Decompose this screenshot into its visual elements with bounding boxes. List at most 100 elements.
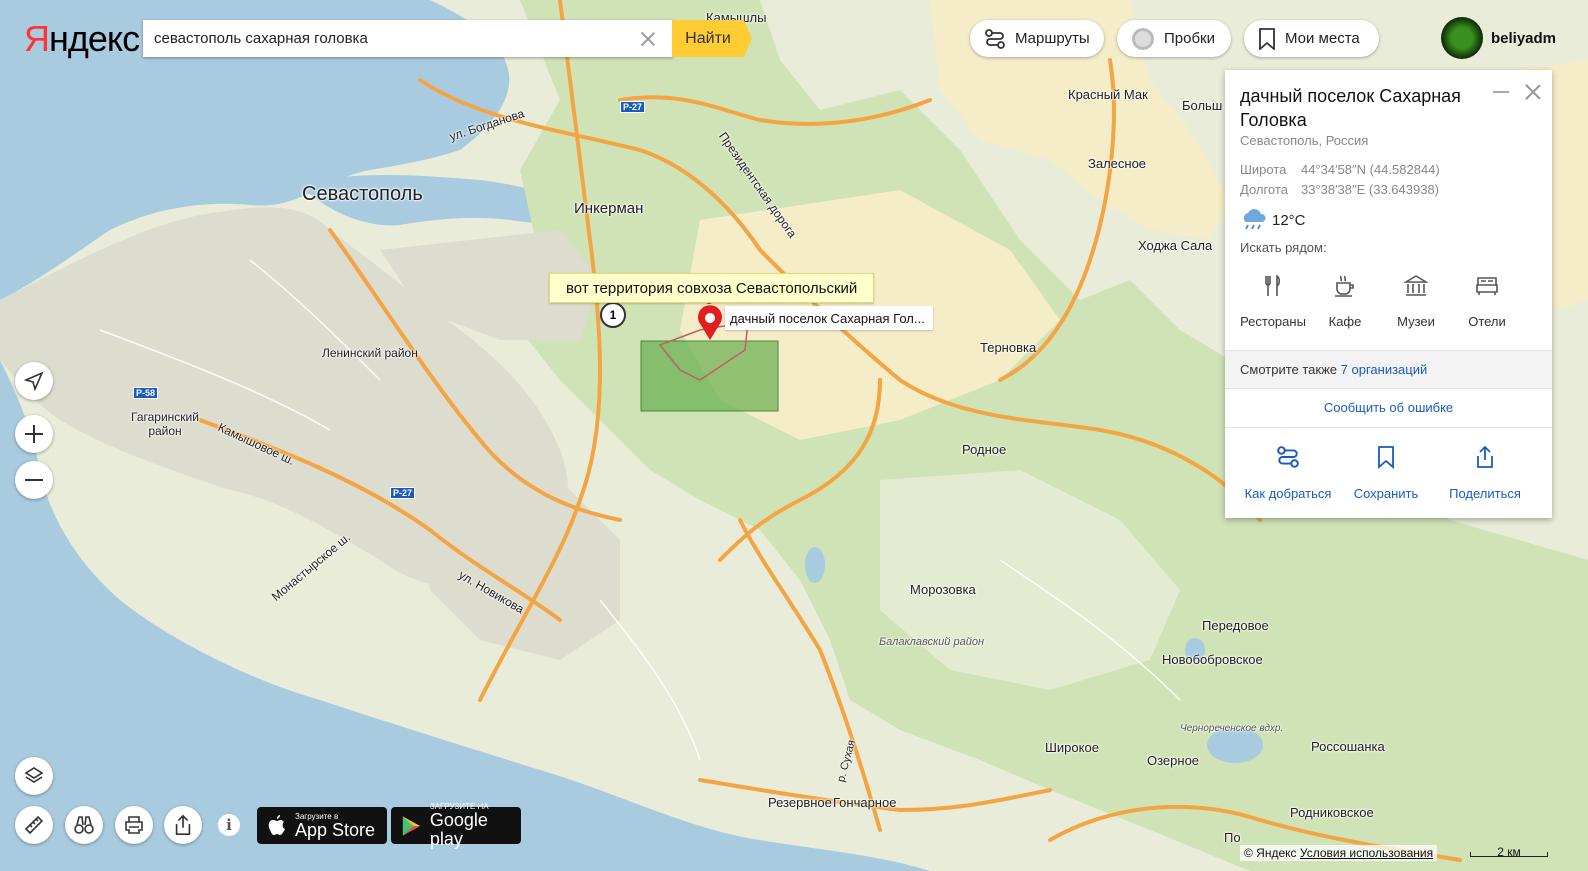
layers-button[interactable]	[15, 757, 53, 795]
plus-icon	[24, 424, 44, 444]
map-label-bolsh: Больш	[1182, 98, 1222, 113]
my-places-button[interactable]: Мои места	[1244, 20, 1379, 57]
bookmark-icon	[1377, 445, 1395, 469]
panorama-button[interactable]	[65, 806, 103, 844]
route-icon	[984, 28, 1006, 50]
nearby-museums-button[interactable]: Музеи	[1376, 270, 1456, 329]
nearby-restaurants-button[interactable]: Рестораны	[1233, 270, 1313, 329]
routes-label: Маршруты	[1015, 30, 1090, 47]
logo-text-rest: ндекс	[49, 18, 139, 59]
report-error-link[interactable]: Сообщить об ошибке	[1225, 400, 1552, 415]
share-label: Поделиться	[1449, 486, 1521, 501]
map-label-khodzha-sala: Ходжа Сала	[1138, 238, 1212, 253]
map-label-morozovka: Морозовка	[910, 582, 976, 597]
minimize-icon[interactable]	[1493, 91, 1509, 93]
latitude-value: 44°34′58″N (44.582844)	[1301, 162, 1440, 177]
username[interactable]: beliyadm	[1491, 30, 1556, 47]
binoculars-icon	[73, 814, 95, 836]
share-map-button[interactable]	[164, 806, 202, 844]
latitude-label: Широта	[1240, 162, 1301, 177]
cluster-marker[interactable]: 1	[600, 302, 626, 328]
route-icon	[1276, 445, 1300, 469]
pin-label[interactable]: дачный поселок Сахарная Гол...	[725, 306, 933, 330]
yandex-logo[interactable]: Яндекс	[24, 18, 139, 60]
see-also-prefix: Смотрите также	[1240, 362, 1337, 377]
apple-icon	[267, 814, 287, 838]
save-button[interactable]: Сохранить	[1336, 442, 1436, 501]
map-label-chernorechenskoe: Чернореченское вдхр.	[1180, 723, 1283, 734]
google-play-badge[interactable]: ЗАГРУЗИТЕ НА Google play	[391, 807, 521, 844]
weather: 12°C	[1240, 208, 1306, 232]
clear-icon[interactable]	[635, 26, 661, 52]
map-label-peredovoe: Передовое	[1202, 618, 1269, 633]
search-input-value[interactable]: севастополь сахарная головка	[143, 30, 635, 47]
navigation-arrow-icon	[24, 371, 44, 391]
map-label-shirokoe: Широкое	[1045, 740, 1099, 755]
map-label-ternovka: Терновка	[980, 340, 1036, 355]
ruler-button[interactable]	[15, 806, 53, 844]
fork-knife-icon	[1263, 275, 1283, 297]
map-label-rossoshanka: Россошанка	[1311, 739, 1385, 754]
place-title: дачный поселок Сахарная Головка	[1240, 84, 1490, 132]
google-play-text: Google play	[430, 811, 521, 849]
map-label-zalesnoe: Залесное	[1088, 156, 1146, 171]
rain-cloud-icon	[1240, 208, 1268, 232]
nearby-cafe-button[interactable]: Кафе	[1305, 270, 1385, 329]
see-also-organizations-link[interactable]: 7 организаций	[1341, 362, 1428, 377]
ruler-icon	[23, 814, 45, 836]
road-sign-r27: Р-27	[390, 487, 415, 499]
map-label-sevastopol: Севастополь	[302, 183, 423, 206]
nearby-cafe-label: Кафе	[1329, 314, 1362, 329]
zoom-out-button[interactable]	[15, 461, 53, 499]
map-label-ozernoe: Озерное	[1147, 753, 1199, 768]
map-label-leninsky: Ленинский район	[322, 346, 418, 360]
copyright-text: © Яндекс	[1244, 846, 1297, 860]
my-places-label: Мои места	[1285, 30, 1360, 47]
layers-icon	[24, 766, 44, 786]
printer-icon	[123, 814, 145, 836]
print-button[interactable]	[115, 806, 153, 844]
place-info-panel: дачный поселок Сахарная Головка Севастоп…	[1225, 70, 1552, 518]
bed-icon	[1475, 275, 1499, 297]
traffic-label: Пробки	[1164, 30, 1215, 47]
geolocation-button[interactable]	[15, 362, 53, 400]
app-store-badge[interactable]: Загрузите в App Store	[257, 807, 387, 844]
routes-button[interactable]: Маршруты	[970, 20, 1104, 57]
nearby-hotels-button[interactable]: Отели	[1447, 270, 1527, 329]
terms-link[interactable]: Условия использования	[1300, 846, 1433, 860]
google-play-icon	[401, 814, 422, 838]
traffic-button[interactable]: Пробки	[1117, 20, 1231, 57]
coffee-cup-icon	[1333, 274, 1357, 298]
nearby-hotels-label: Отели	[1468, 314, 1506, 329]
avatar[interactable]	[1441, 17, 1483, 59]
bookmark-icon	[1258, 28, 1276, 50]
close-icon[interactable]	[1523, 82, 1543, 102]
map-label-rodnikovskoe: Родниковское	[1290, 805, 1374, 820]
place-subtitle: Севастополь, Россия	[1240, 133, 1368, 148]
zoom-in-button[interactable]	[15, 415, 53, 453]
scale-bar	[1470, 852, 1548, 857]
logo-text: Я	[24, 18, 49, 59]
latitude-row: Широта44°34′58″N (44.582844)	[1240, 162, 1440, 177]
map-label-po: По	[1224, 830, 1241, 845]
app-store-text: App Store	[295, 821, 375, 840]
info-icon[interactable]: i	[218, 814, 240, 836]
longitude-value: 33°38′38″E (33.643938)	[1301, 182, 1439, 197]
see-also: Смотрите также 7 организаций	[1240, 362, 1427, 377]
save-label: Сохранить	[1354, 486, 1419, 501]
copyright: © Яндекс Условия использования	[1240, 845, 1437, 861]
traffic-icon	[1131, 27, 1155, 51]
directions-button[interactable]: Как добраться	[1238, 442, 1338, 501]
find-button[interactable]: Найти	[672, 20, 752, 57]
longitude-row: Долгота33°38′38″E (33.643938)	[1240, 182, 1439, 197]
temperature: 12°C	[1272, 212, 1306, 229]
minus-icon	[24, 470, 44, 490]
search-input[interactable]: севастополь сахарная головка	[143, 20, 673, 57]
map-label-balaklavsky: Балаклавский район	[879, 636, 984, 648]
map-label-gagarinsky: Гагаринский район	[125, 410, 205, 438]
map-label-krasny-mak: Красный Мак	[1068, 87, 1148, 102]
map-label-goncharnoe: Гончарное	[833, 795, 896, 810]
longitude-label: Долгота	[1240, 182, 1301, 197]
share-button[interactable]: Поделиться	[1435, 442, 1535, 501]
share-icon	[1475, 445, 1495, 469]
